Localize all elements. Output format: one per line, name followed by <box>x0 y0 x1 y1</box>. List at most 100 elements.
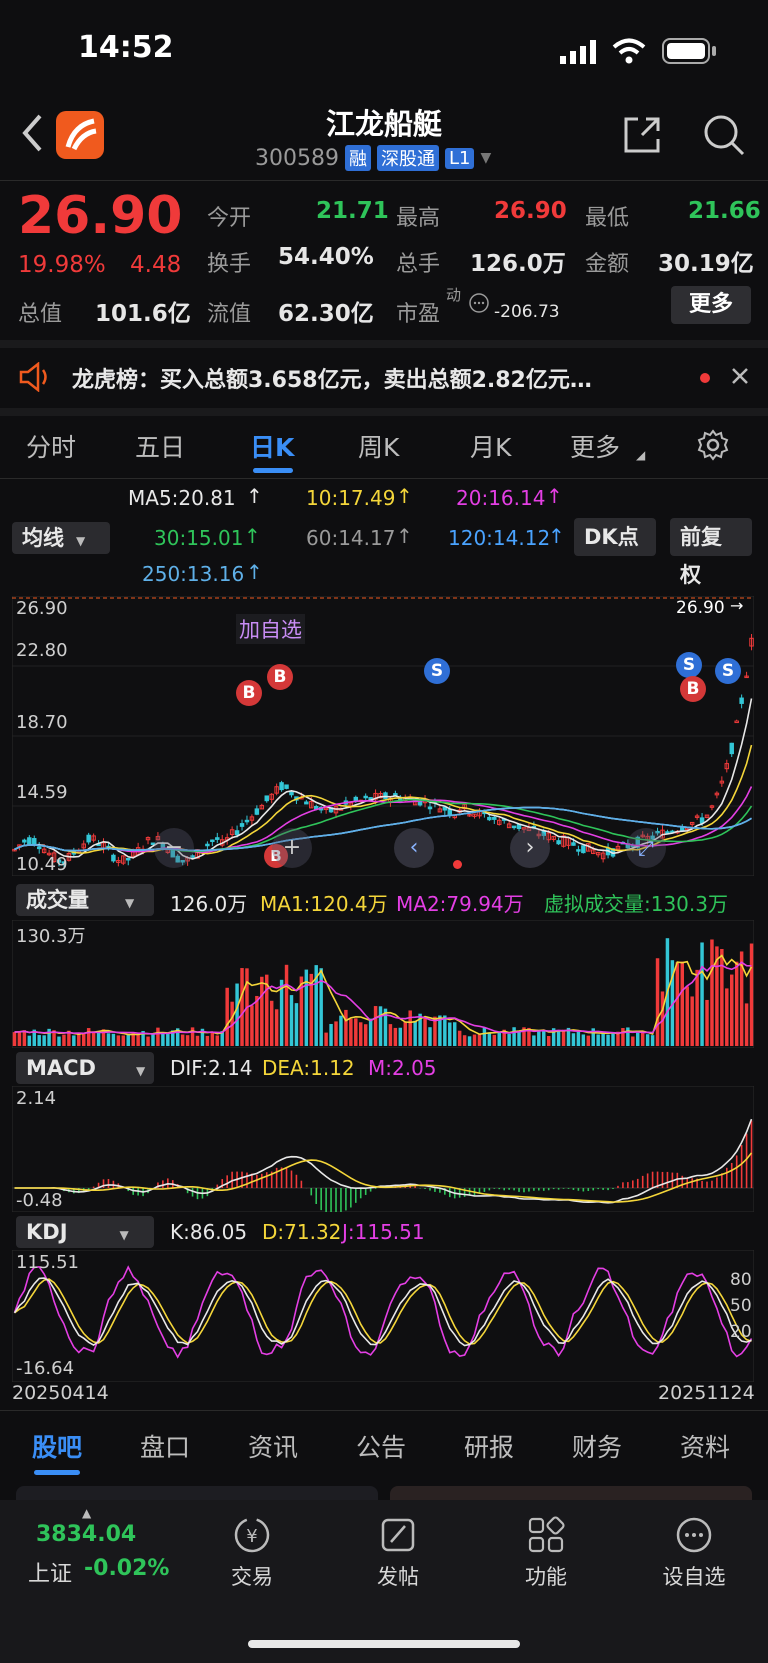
volume-bar <box>354 1018 358 1046</box>
volume-bar <box>408 1010 412 1046</box>
volume-bar <box>546 1035 551 1046</box>
kline-chart[interactable]: 26.90 22.80 18.70 14.59 10.49 26.90 → 加自… <box>11 595 755 877</box>
dk-button[interactable]: DK点 <box>574 518 656 556</box>
index-name: 上证 <box>28 1562 73 1587</box>
volume-bar <box>116 1035 121 1046</box>
candle-body <box>492 816 497 820</box>
tab-zixun[interactable]: 资讯 <box>248 1428 298 1464</box>
volume-bar <box>725 988 729 1046</box>
ma5-value: MA5:20.81 <box>128 486 236 510</box>
volume-bar <box>22 1030 27 1046</box>
volume-bar <box>462 1035 467 1046</box>
volume-bar <box>269 1000 274 1046</box>
tab-gonggao[interactable]: 公告 <box>356 1428 406 1464</box>
pe-value: -206.73 <box>494 302 560 322</box>
kline-ylabel-2: 22.80 <box>16 640 68 661</box>
more-button[interactable]: 更多 <box>671 286 751 324</box>
search-icon[interactable] <box>702 113 746 161</box>
volume-bar <box>497 1032 501 1046</box>
dock-watch[interactable]: 设自选 <box>654 1514 734 1591</box>
ma-selector[interactable]: 均线 ▼ <box>12 522 110 554</box>
settings-icon[interactable] <box>696 428 730 466</box>
tab-rik[interactable]: 日K <box>250 428 294 464</box>
macd-dea: DEA:1.12 <box>262 1056 355 1080</box>
date-start: 20250414 <box>12 1382 109 1404</box>
macd-chart: 2.14 -0.48 <box>11 1085 755 1217</box>
volume-bar <box>274 1009 279 1046</box>
tab-yanbao[interactable]: 研报 <box>464 1428 514 1464</box>
info-icon[interactable] <box>468 292 490 318</box>
volume-bar <box>467 1036 472 1046</box>
volume-bar <box>324 1032 328 1046</box>
change-pct: 19.98% <box>18 252 106 278</box>
scroll-left-button[interactable]: ‹ <box>394 828 434 868</box>
volume-bar <box>492 1034 497 1046</box>
volume-bar <box>146 1036 150 1046</box>
tag-sgt: 深股通 <box>376 145 439 171</box>
notice-bar[interactable]: 龙虎榜：买入总额3.658亿元，卖出总额2.82亿元… <box>0 348 768 408</box>
volume-selector[interactable]: 成交量 ▼ <box>16 884 154 916</box>
volume-bar <box>472 1034 477 1046</box>
kdj-level-20: 20 <box>730 1322 752 1342</box>
scroll-right-button[interactable]: › <box>510 828 550 868</box>
volume-bar <box>12 1032 17 1046</box>
zoom-in-button[interactable]: + <box>272 828 312 868</box>
tab-fenshi[interactable]: 分时 <box>26 428 76 464</box>
volume-bar <box>81 1032 86 1046</box>
candle-body <box>234 830 240 836</box>
candle-body <box>111 854 116 862</box>
tab-caiwu[interactable]: 财务 <box>572 1428 622 1464</box>
volume-bar <box>210 1032 215 1046</box>
volume-bar <box>111 1033 116 1046</box>
tab-wuri[interactable]: 五日 <box>135 428 185 464</box>
candle-body <box>215 837 220 840</box>
volume-bar <box>685 986 689 1046</box>
kdj-j: J:115.51 <box>342 1220 425 1244</box>
fq-button[interactable]: 前复权 <box>670 518 752 587</box>
caret-down-icon[interactable]: ▼ <box>480 150 491 166</box>
ma20-value: 20:16.14 <box>456 486 546 510</box>
dock-func[interactable]: 功能 <box>506 1514 586 1591</box>
volume-bar <box>373 1006 378 1046</box>
volume-bar <box>621 1028 625 1046</box>
tab-pankou[interactable]: 盘口 <box>140 1428 190 1464</box>
tab-ziliao[interactable]: 资料 <box>680 1428 730 1464</box>
float-label: 流值 <box>207 302 252 327</box>
candle-body <box>447 809 453 815</box>
turnover-value: 54.40% <box>278 244 374 270</box>
volume-bar <box>225 987 229 1046</box>
index-widget[interactable]: ▲ 3834.04 上证 -0.02% <box>0 1500 172 1610</box>
kdj-svg <box>11 1249 755 1383</box>
candle-body <box>32 838 37 845</box>
tab-zhouk[interactable]: 周K <box>358 428 399 464</box>
candle-body <box>729 742 734 755</box>
grid-icon <box>506 1514 586 1561</box>
close-icon[interactable] <box>730 366 750 390</box>
candle-body <box>86 834 91 843</box>
volume-bar <box>611 1033 615 1046</box>
tab-yuek[interactable]: 月K <box>470 428 511 464</box>
tab-more[interactable]: 更多 <box>570 428 620 464</box>
macd-selector[interactable]: MACD ▼ <box>16 1052 154 1084</box>
kdj-selector[interactable]: KDJ ▼ <box>16 1216 154 1248</box>
expand-icon[interactable]: ⤢ <box>626 828 666 868</box>
volume-bar <box>482 1027 487 1046</box>
dock-trade[interactable]: ¥ 交易 <box>212 1514 292 1591</box>
tab-guba[interactable]: 股吧 <box>32 1428 82 1464</box>
volume-bar <box>37 1035 41 1046</box>
dock-post[interactable]: 发帖 <box>358 1514 438 1591</box>
volume-bar <box>215 1035 220 1046</box>
volume-bar <box>240 968 244 1046</box>
volume-value: 126.0万 <box>170 892 248 916</box>
volume-bar <box>749 943 754 1046</box>
add-watch-label[interactable]: 加自选 <box>236 614 305 644</box>
zoom-out-button[interactable]: − <box>154 828 194 868</box>
high-value: 26.90 <box>494 198 567 224</box>
date-axis: 20250414 20251124 <box>0 1382 768 1408</box>
kline-ylabel-min: 10.49 <box>16 854 68 875</box>
last-price: 26.90 <box>18 186 183 246</box>
macd-m: M:2.05 <box>368 1056 437 1080</box>
share-icon[interactable] <box>620 113 664 161</box>
volume-bar <box>344 1009 348 1046</box>
ma250-up-icon: ↑ <box>246 560 263 584</box>
